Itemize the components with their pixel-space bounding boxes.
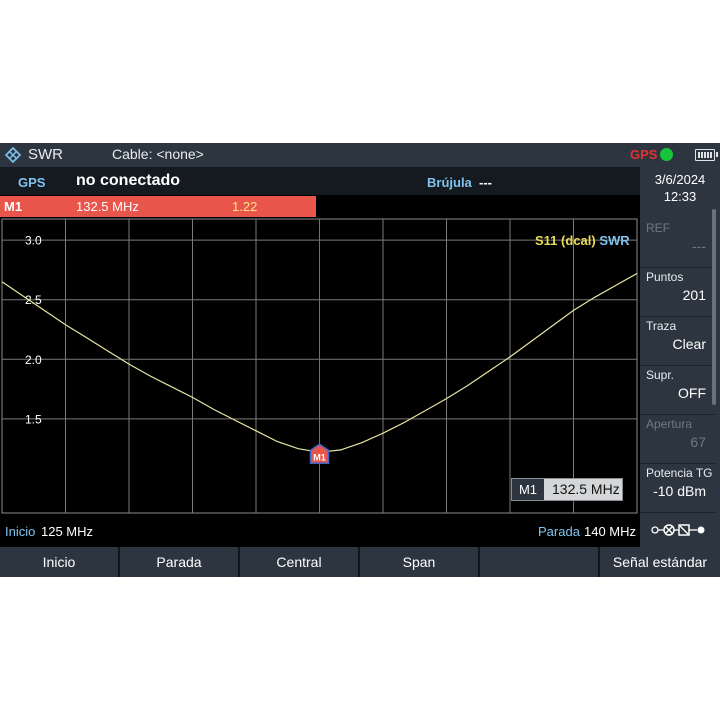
- softkey-potencia-tg[interactable]: Potencia TG -10 dBm: [640, 462, 716, 513]
- softkey-label: Apertura: [646, 417, 693, 431]
- softkey-supresion[interactable]: Supr. OFF: [640, 364, 716, 415]
- softkey-label: Supr.: [646, 368, 675, 382]
- y-tick-label: 2.0: [25, 353, 42, 367]
- swr-plot[interactable]: 1.52.02.53.03.54.04.55.05.5M1: [0, 217, 640, 515]
- softkey-central[interactable]: Central: [240, 547, 360, 577]
- marker-name: M1: [4, 199, 23, 214]
- start-freq-value: 125 MHz: [41, 524, 94, 539]
- compass-value: ---: [479, 175, 492, 190]
- trace-title: S11 (dcal) SWR: [535, 233, 630, 248]
- softkey-value: 67: [690, 434, 706, 450]
- bottom-softkey-bar: Inicio Parada Central Span Señal estánda…: [0, 547, 720, 577]
- y-tick-label: 1.5: [25, 412, 42, 426]
- gps-info-row: GPS no conectado Brújula ---: [0, 167, 640, 195]
- softkey-empty[interactable]: [480, 547, 600, 577]
- battery-icon: [695, 149, 718, 161]
- marker-box-name: M1: [512, 479, 544, 500]
- marker-frequency: 132.5 MHz: [76, 199, 139, 214]
- date-time-display: 3/6/2024 12:33: [640, 167, 720, 217]
- cable-label[interactable]: Cable: <none>: [112, 146, 204, 162]
- side-softkey-panel: REF --- Puntos 201 Traza Clear Supr. OFF…: [640, 209, 720, 547]
- softkey-traza[interactable]: Traza Clear: [640, 315, 716, 366]
- marker-value: 1.22: [232, 199, 258, 214]
- trace-param: S11: [535, 233, 558, 248]
- softkey-label: Puntos: [646, 270, 684, 284]
- softkey-senal-estandar[interactable]: Señal estándar: [600, 547, 720, 577]
- softkey-puntos[interactable]: Puntos 201: [640, 266, 716, 317]
- side-panel-scrollbar[interactable]: [712, 209, 716, 405]
- date-label: 3/6/2024: [654, 172, 706, 187]
- start-freq-key: Inicio: [5, 524, 36, 539]
- compass-key: Brújula: [427, 175, 472, 190]
- marker-readout-row[interactable]: M1 132.5 MHz 1.22: [0, 196, 316, 217]
- gps-status-icon: GPS: [630, 147, 658, 162]
- y-tick-label: 2.5: [25, 293, 42, 307]
- time-label: 12:33: [663, 189, 697, 204]
- softkey-value: 201: [682, 287, 706, 303]
- marker-box-frequency: 132.5 MHz: [552, 481, 620, 497]
- softkey-value: Clear: [672, 336, 706, 352]
- gps-key: GPS: [18, 175, 46, 190]
- trace-format: SWR: [599, 233, 630, 248]
- top-status-bar: SWR Cable: <none> GPS: [0, 143, 720, 167]
- mode-label[interactable]: SWR: [28, 146, 63, 163]
- trace-cal: (dcal): [561, 233, 596, 248]
- softkey-value: ---: [692, 238, 706, 254]
- softkey-label: Traza: [646, 319, 677, 333]
- softkey-ref[interactable]: REF ---: [640, 217, 716, 268]
- softkey-value: OFF: [678, 385, 706, 401]
- softkey-inicio[interactable]: Inicio: [0, 547, 120, 577]
- softkey-label: Potencia TG: [646, 466, 713, 480]
- stop-freq-key: Parada: [538, 524, 580, 539]
- softkey-parada[interactable]: Parada: [120, 547, 240, 577]
- swr-chart: 1.52.02.53.03.54.04.55.05.5M1: [1, 218, 638, 514]
- softkey-label: REF: [646, 221, 670, 235]
- gps-value: no conectado: [76, 172, 181, 189]
- softkey-apertura[interactable]: Apertura 67: [640, 413, 716, 464]
- marker-info-box[interactable]: M1 132.5 MHz: [511, 478, 623, 501]
- gps-indicator-dot: [660, 148, 673, 161]
- diamond-network-icon: [5, 147, 21, 163]
- stop-freq-value: 140 MHz: [584, 524, 637, 539]
- softkey-span[interactable]: Span: [360, 547, 480, 577]
- instrument-screen: SWR Cable: <none> GPS GPS no conectado B…: [0, 143, 720, 577]
- marker-m1-label: M1: [313, 452, 326, 462]
- navigation-icon[interactable]: [650, 523, 708, 537]
- softkey-value: -10 dBm: [653, 483, 706, 499]
- y-tick-label: 3.0: [25, 234, 42, 248]
